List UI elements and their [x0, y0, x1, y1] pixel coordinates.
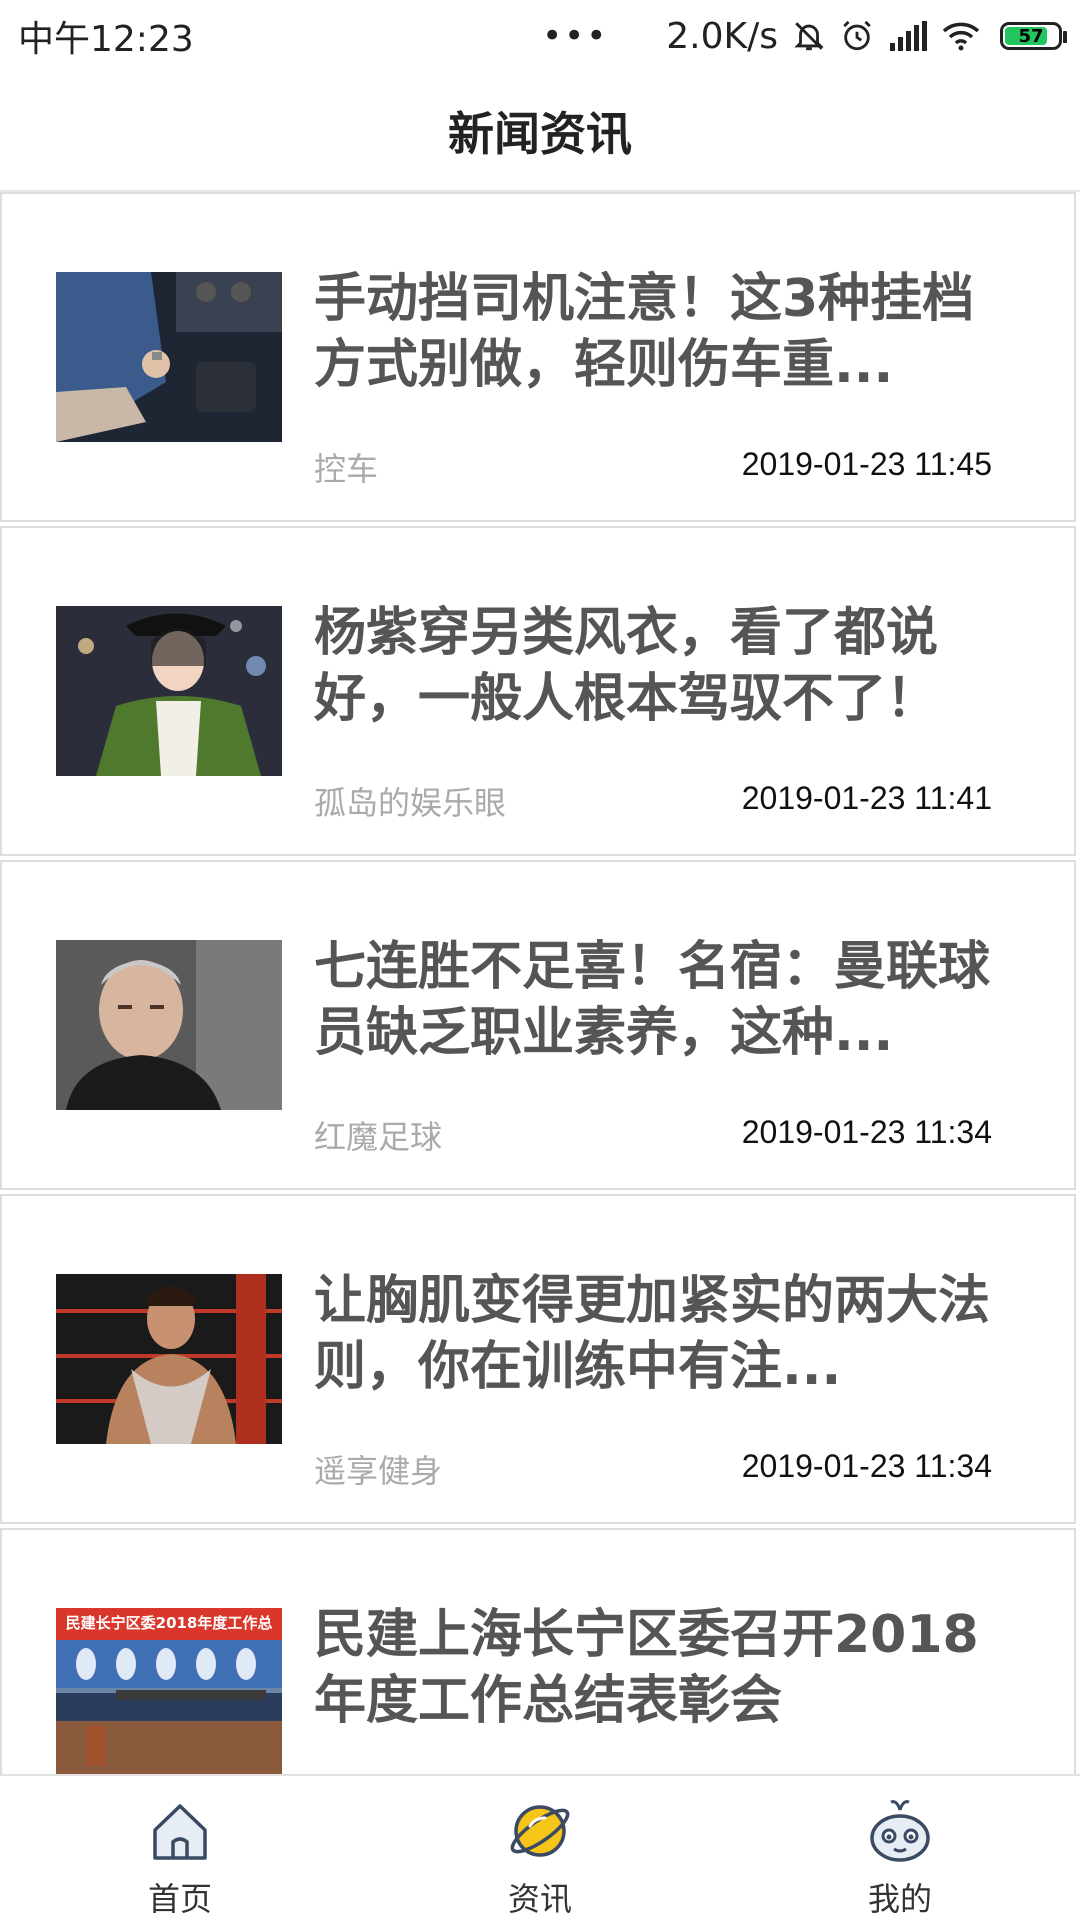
- page-title: 新闻资讯: [448, 107, 632, 161]
- thumbnail-banner-text: 民建长宁区委2018年度工作总: [65, 1614, 273, 1632]
- nav-news-label: 资讯: [507, 1880, 572, 1918]
- planet-icon: [505, 1796, 575, 1866]
- news-source: 孤岛的娱乐眼: [314, 784, 507, 822]
- news-item[interactable]: 手动挡司机注意！这3种挂档方式别做，轻则伤车重... 控车 2019-01-23…: [0, 192, 1076, 522]
- alarm-icon: [840, 19, 874, 53]
- status-bar: 中午12:23 ••• 2.0K/s 57: [0, 0, 1080, 72]
- nav-mine-label: 我的: [867, 1880, 932, 1918]
- home-icon: [145, 1796, 215, 1866]
- bottom-nav: 首页 资讯 我的: [0, 1774, 1080, 1920]
- status-time: 中午12:23: [18, 19, 194, 60]
- bell-muted-icon: [792, 19, 826, 53]
- nav-mine[interactable]: 我的: [790, 1776, 1010, 1920]
- news-item[interactable]: 民建长宁区委2018年度工作总 民建上海长宁区委召开2018年度工作总结表彰会: [0, 1528, 1076, 1774]
- news-time: 2019-01-23 11:41: [741, 780, 992, 816]
- news-title[interactable]: 七连胜不足喜！名宿：曼联球员缺乏职业素养，这种...: [314, 934, 1014, 1066]
- nav-home-label: 首页: [147, 1880, 212, 1918]
- news-thumbnail: [56, 606, 282, 776]
- news-title[interactable]: 民建上海长宁区委召开2018年度工作总结表彰会: [314, 1602, 1014, 1734]
- battery-icon: 57: [1000, 22, 1067, 50]
- news-title[interactable]: 杨紫穿另类风衣，看了都说好，一般人根本驾驭不了！: [314, 600, 1014, 732]
- news-source: 红魔足球: [314, 1118, 443, 1156]
- news-feed[interactable]: 手动挡司机注意！这3种挂档方式别做，轻则伤车重... 控车 2019-01-23…: [0, 192, 1080, 1774]
- news-time: 2019-01-23 11:34: [741, 1114, 992, 1150]
- mascot-face-icon: [865, 1796, 935, 1866]
- status-icons: ••• 2.0K/s 57: [542, 15, 1067, 57]
- news-source: 遥享健身: [314, 1452, 443, 1490]
- news-thumbnail: [56, 940, 282, 1110]
- news-thumbnail: [56, 272, 282, 442]
- news-time: 2019-01-23 11:34: [741, 1448, 992, 1484]
- news-time: 2019-01-23 11:45: [741, 446, 992, 482]
- news-thumbnail: [56, 1274, 282, 1444]
- network-speed: 2.0K/s: [666, 15, 778, 57]
- news-title[interactable]: 手动挡司机注意！这3种挂档方式别做，轻则伤车重...: [314, 266, 1014, 398]
- signal-icon: [888, 21, 928, 51]
- news-source: 控车: [314, 450, 379, 488]
- nav-news[interactable]: 资讯: [430, 1776, 650, 1920]
- news-thumbnail: 民建长宁区委2018年度工作总: [56, 1608, 282, 1774]
- news-title[interactable]: 让胸肌变得更加紧实的两大法则，你在训练中有注...: [314, 1268, 1014, 1400]
- status-more-dots: •••: [542, 16, 609, 56]
- news-item[interactable]: 让胸肌变得更加紧实的两大法则，你在训练中有注... 遥享健身 2019-01-2…: [0, 1194, 1076, 1524]
- news-item[interactable]: 杨紫穿另类风衣，看了都说好，一般人根本驾驭不了！ 孤岛的娱乐眼 2019-01-…: [0, 526, 1076, 856]
- battery-level: 57: [1018, 25, 1044, 47]
- app-header: 新闻资讯: [0, 72, 1080, 192]
- nav-home[interactable]: 首页: [70, 1776, 290, 1920]
- news-item[interactable]: 七连胜不足喜！名宿：曼联球员缺乏职业素养，这种... 红魔足球 2019-01-…: [0, 860, 1076, 1190]
- wifi-icon: [942, 21, 980, 51]
